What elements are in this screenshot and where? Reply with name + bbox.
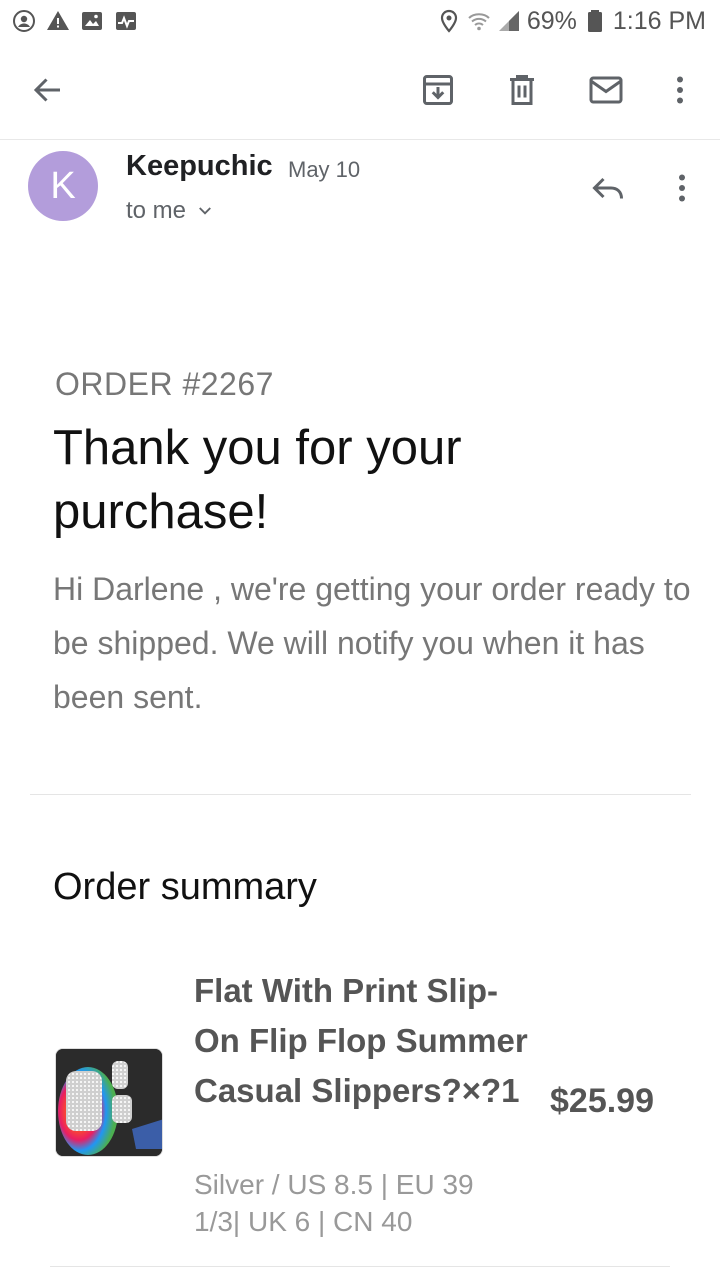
divider xyxy=(30,794,691,795)
warning-icon xyxy=(46,9,70,33)
avatar-letter: K xyxy=(50,164,76,207)
wifi-icon xyxy=(467,9,491,33)
intro-message: Hi Darlene , we're getting your order re… xyxy=(53,571,691,715)
activity-icon xyxy=(114,9,138,33)
sender-avatar[interactable]: K xyxy=(28,151,98,221)
archive-button[interactable] xyxy=(416,68,460,112)
product-variant: Silver / US 8.5 | EU 39 1/3| UK 6 | CN 4… xyxy=(194,1169,474,1237)
order-number: ORDER #2267 xyxy=(55,366,274,402)
battery-percent: 69% xyxy=(526,6,577,35)
slipper-image xyxy=(56,1049,162,1156)
more-vert-icon xyxy=(679,174,685,202)
image-icon xyxy=(80,9,104,33)
status-right: 69% 1:16 PM xyxy=(437,7,706,36)
status-left xyxy=(12,9,138,33)
product-price: $25.99 xyxy=(550,1082,654,1120)
status-bar: 69% 1:16 PM xyxy=(0,0,720,42)
mark-unread-icon xyxy=(589,76,623,104)
thank-you-heading: Thank you for your purchase! xyxy=(53,421,462,539)
back-arrow-icon xyxy=(33,78,60,102)
sender-name[interactable]: Keepuchic xyxy=(126,150,273,183)
product-name[interactable]: Flat With Print Slip-On Flip Flop Summer… xyxy=(194,966,534,1116)
toolbar xyxy=(0,42,720,140)
email-date: May 10 xyxy=(288,157,361,182)
reply-icon xyxy=(592,177,623,199)
recipient-details-toggle[interactable]: to me xyxy=(126,197,214,225)
clock: 1:16 PM xyxy=(612,6,706,35)
order-summary-title: Order summary xyxy=(53,866,317,908)
mark-unread-button[interactable] xyxy=(584,68,628,112)
delete-icon xyxy=(510,75,534,105)
account-circle-icon xyxy=(12,9,36,33)
back-button[interactable] xyxy=(26,68,70,112)
reply-button[interactable] xyxy=(586,166,630,210)
battery-icon xyxy=(583,9,607,33)
signal-icon xyxy=(497,9,521,33)
chevron-down-icon xyxy=(199,207,211,215)
product-thumbnail[interactable] xyxy=(55,1048,163,1157)
location-icon xyxy=(437,9,461,33)
recipient-label: to me xyxy=(126,197,187,224)
delete-button[interactable] xyxy=(500,68,544,112)
divider xyxy=(50,1266,670,1267)
archive-icon xyxy=(423,75,453,105)
more-options-button[interactable] xyxy=(658,68,702,112)
more-vert-icon xyxy=(677,76,683,104)
message-more-button[interactable] xyxy=(660,166,704,210)
